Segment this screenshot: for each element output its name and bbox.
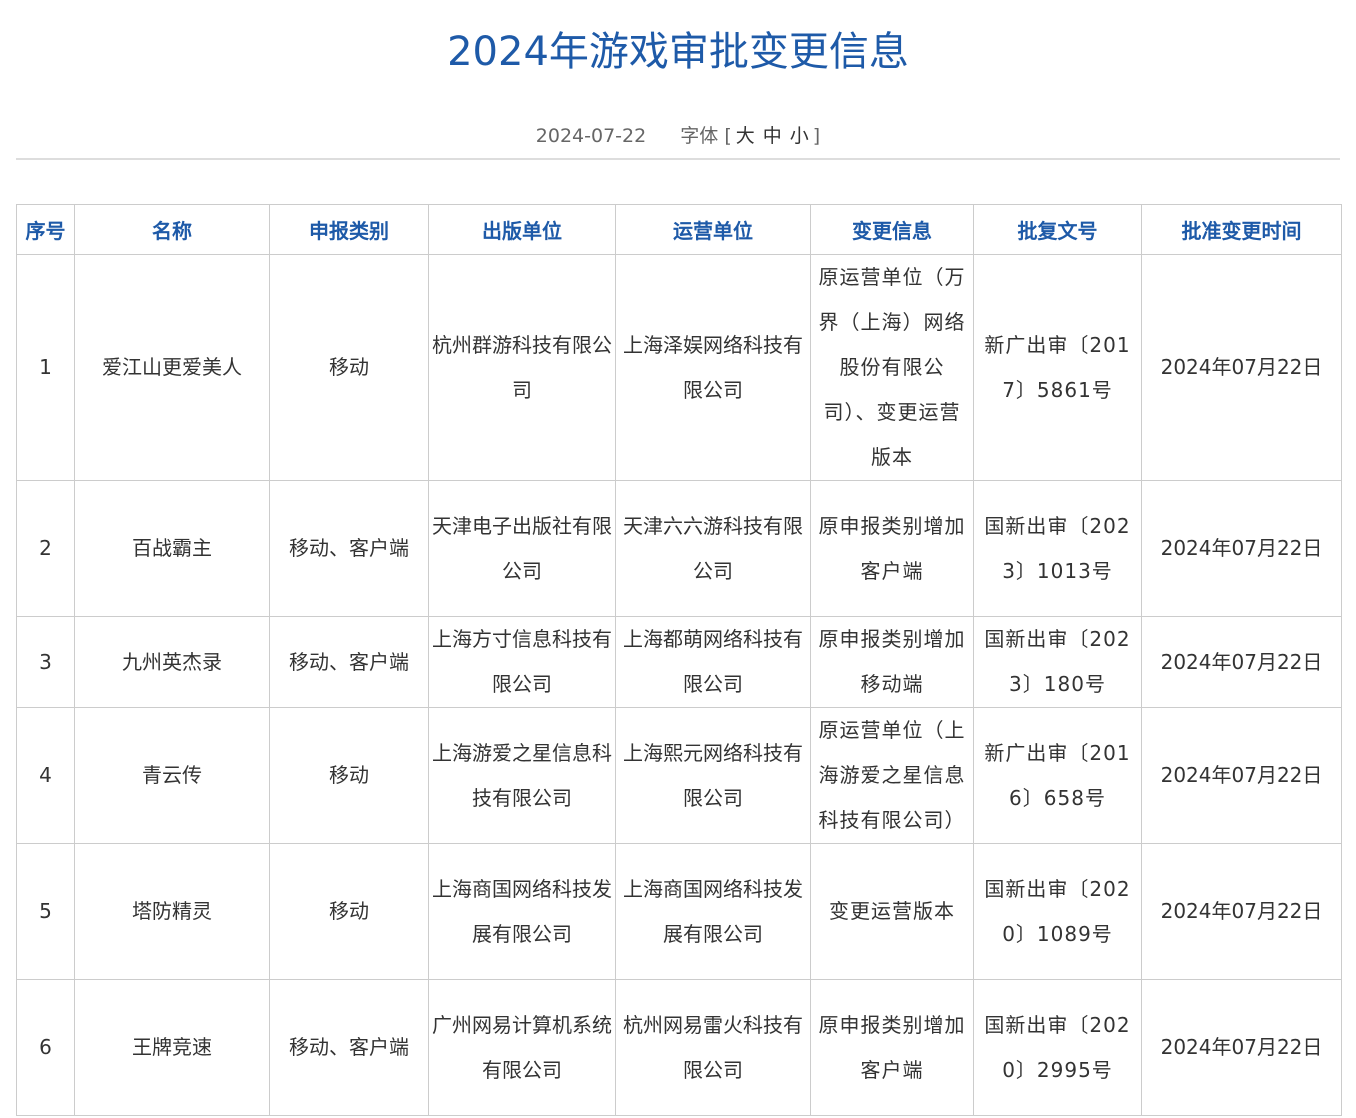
row-change: 原申报类别增加客户端 [810,979,974,1116]
row-name: 爱江山更爱美人 [74,254,270,481]
row-no: 1 [16,254,75,481]
row-no: 5 [16,843,75,980]
row-operator: 天津六六游科技有限公司 [615,480,811,617]
font-size-medium-link[interactable]: 中 [763,125,782,147]
row-operator: 上海都萌网络科技有限公司 [615,616,811,708]
column-header-time: 批准变更时间 [1141,204,1342,255]
row-time: 2024年07月22日 [1141,480,1342,617]
table-row: 6 王牌竞速 移动、客户端 广州网易计算机系统有限公司 杭州网易雷火科技有限公司… [16,979,1342,1116]
row-publisher: 上海商国网络科技发展有限公司 [428,843,616,980]
row-name: 王牌竞速 [74,979,270,1116]
column-header-category: 申报类别 [269,204,429,255]
publish-date: 2024-07-22 [535,125,647,147]
row-approval: 新广出审〔2017〕5861号 [973,254,1142,481]
row-approval: 国新出审〔2020〕2995号 [973,979,1142,1116]
column-header-change: 变更信息 [810,204,974,255]
column-header-no: 序号 [16,204,75,255]
row-operator: 上海商国网络科技发展有限公司 [615,843,811,980]
row-no: 2 [16,480,75,617]
table-header-row: 序号 名称 申报类别 出版单位 运营单位 变更信息 批复文号 批准变更时间 [16,204,1342,255]
header-divider [16,158,1340,160]
row-approval: 国新出审〔2020〕1089号 [973,843,1142,980]
row-name: 九州英杰录 [74,616,270,708]
table-row: 5 塔防精灵 移动 上海商国网络科技发展有限公司 上海商国网络科技发展有限公司 … [16,843,1342,980]
row-time: 2024年07月22日 [1141,616,1342,708]
font-size-bracket-open: [ [724,125,732,147]
row-name: 百战霸主 [74,480,270,617]
row-approval: 国新出审〔2023〕180号 [973,616,1142,708]
row-change: 原申报类别增加移动端 [810,616,974,708]
row-change: 原运营单位（万界（上海）网络股份有限公司）、变更运营版本 [810,254,974,481]
row-time: 2024年07月22日 [1141,254,1342,481]
row-operator: 杭州网易雷火科技有限公司 [615,979,811,1116]
row-category: 移动 [269,254,429,481]
row-no: 6 [16,979,75,1116]
row-publisher: 杭州群游科技有限公司 [428,254,616,481]
page-title: 2024年游戏审批变更信息 [447,29,909,75]
table-row: 3 九州英杰录 移动、客户端 上海方寸信息科技有限公司 上海都萌网络科技有限公司… [16,616,1342,708]
row-publisher: 广州网易计算机系统有限公司 [428,979,616,1116]
font-size-label: 字体 [680,125,719,147]
row-category: 移动 [269,843,429,980]
column-header-approval: 批复文号 [973,204,1142,255]
row-time: 2024年07月22日 [1141,979,1342,1116]
row-change: 原申报类别增加客户端 [810,480,974,617]
row-name: 青云传 [74,707,270,844]
row-category: 移动、客户端 [269,480,429,617]
column-header-publisher: 出版单位 [428,204,616,255]
row-publisher: 天津电子出版社有限公司 [428,480,616,617]
row-name: 塔防精灵 [74,843,270,980]
article-meta: 2024-07-22 字体 [大中小] [0,122,1356,150]
column-header-name: 名称 [74,204,270,255]
row-time: 2024年07月22日 [1141,707,1342,844]
row-approval: 国新出审〔2023〕1013号 [973,480,1142,617]
row-operator: 上海泽娱网络科技有限公司 [615,254,811,481]
table-row: 4 青云传 移动 上海游爱之星信息科技有限公司 上海熙元网络科技有限公司 原运营… [16,707,1342,844]
row-publisher: 上海方寸信息科技有限公司 [428,616,616,708]
row-change: 原运营单位（上海游爱之星信息科技有限公司） [810,707,974,844]
row-approval: 新广出审〔2016〕658号 [973,707,1142,844]
font-size-small-link[interactable]: 小 [790,125,809,147]
row-change: 变更运营版本 [810,843,974,980]
row-no: 3 [16,616,75,708]
row-time: 2024年07月22日 [1141,843,1342,980]
row-no: 4 [16,707,75,844]
column-header-operator: 运营单位 [615,204,811,255]
game-change-table: 序号 名称 申报类别 出版单位 运营单位 变更信息 批复文号 批准变更时间 1 … [16,204,1342,1116]
row-publisher: 上海游爱之星信息科技有限公司 [428,707,616,844]
font-size-bracket-close: ] [812,125,821,147]
row-category: 移动、客户端 [269,979,429,1116]
row-operator: 上海熙元网络科技有限公司 [615,707,811,844]
row-category: 移动、客户端 [269,616,429,708]
table-row: 1 爱江山更爱美人 移动 杭州群游科技有限公司 上海泽娱网络科技有限公司 原运营… [16,254,1342,481]
row-category: 移动 [269,707,429,844]
table-row: 2 百战霸主 移动、客户端 天津电子出版社有限公司 天津六六游科技有限公司 原申… [16,480,1342,617]
font-size-large-link[interactable]: 大 [736,125,755,147]
